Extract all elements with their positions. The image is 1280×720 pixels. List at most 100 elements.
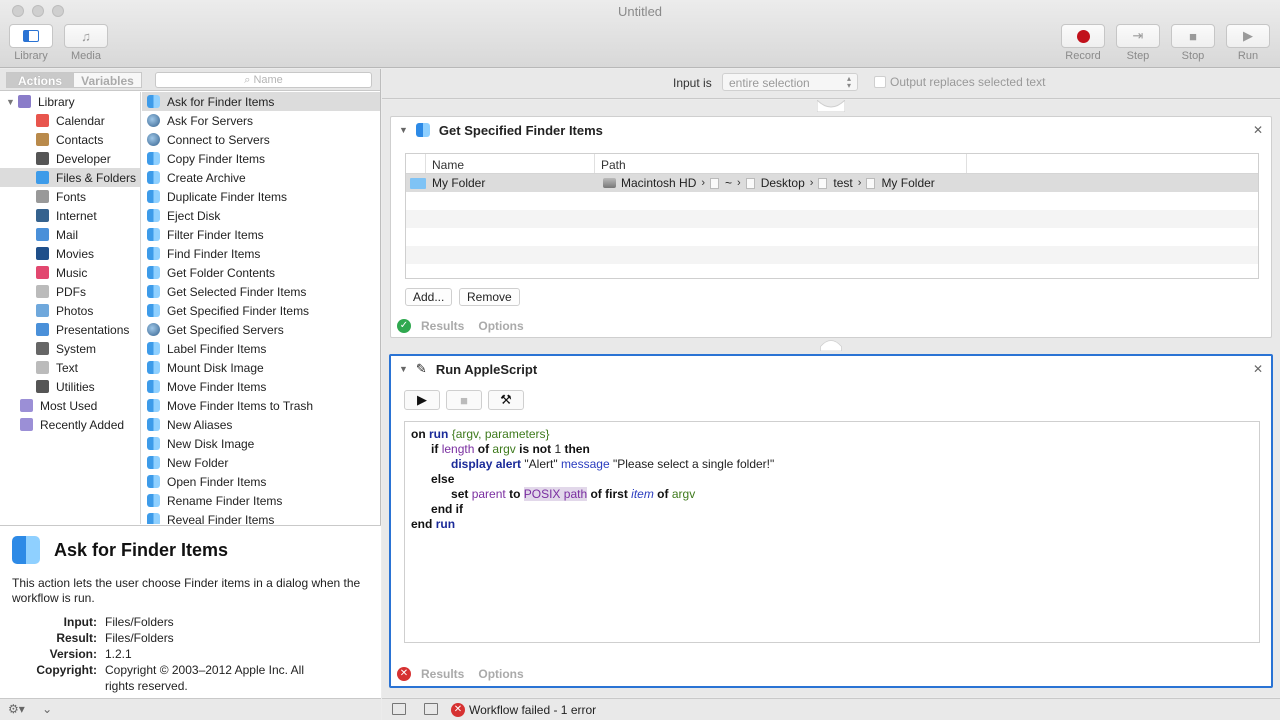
action-item[interactable]: New Disk Image (142, 434, 380, 453)
status-message: Workflow failed - 1 error (469, 703, 597, 717)
log-view-icon[interactable] (424, 703, 438, 715)
results-toggle[interactable]: Results (421, 667, 464, 681)
finder-icon (147, 380, 160, 393)
sidebar-item-files-folders[interactable]: Files & Folders (0, 168, 140, 187)
close-icon[interactable]: ✕ (1253, 362, 1263, 376)
stop-icon: ■ (1171, 24, 1215, 48)
sidebar-item-internet[interactable]: Internet (0, 206, 140, 225)
column-name[interactable]: Name (426, 154, 595, 173)
sidebar-item-fonts[interactable]: Fonts (0, 187, 140, 206)
sidebar-item-mail[interactable]: Mail (0, 225, 140, 244)
action-item[interactable]: Copy Finder Items (142, 149, 380, 168)
action-item[interactable]: Connect to Servers (142, 130, 380, 149)
sidebar-item-presentations[interactable]: Presentations (0, 320, 140, 339)
stop-script-icon[interactable]: ■ (446, 390, 482, 410)
action-item[interactable]: New Folder (142, 453, 380, 472)
media-button[interactable]: ♫ Media (63, 24, 109, 62)
tab-actions[interactable]: Actions (6, 72, 74, 88)
applescript-editor[interactable]: on run {argv, parameters} if length of a… (404, 421, 1260, 643)
table-row-empty (406, 210, 1258, 228)
library-label: Library (14, 50, 48, 62)
action-item[interactable]: Ask for Finder Items (142, 92, 380, 111)
options-toggle[interactable]: Options (478, 667, 523, 681)
sidebar-item-photos[interactable]: Photos (0, 301, 140, 320)
add-button[interactable]: Add... (405, 288, 453, 306)
action-item[interactable]: Move Finder Items (142, 377, 380, 396)
results-toggle[interactable]: Results (421, 319, 464, 333)
folder-icon (866, 177, 876, 189)
sidebar-item-label: PDFs (56, 284, 86, 299)
sidebar-item-label: Fonts (56, 189, 87, 204)
action-item[interactable]: Create Archive (142, 168, 380, 187)
action-item-label: New Folder (167, 455, 229, 470)
path-segment: Macintosh HD (603, 176, 696, 190)
action-item[interactable]: Reveal Finder Items (142, 510, 380, 524)
action-item[interactable]: Ask For Servers (142, 111, 380, 130)
library-root[interactable]: ▼ Library (0, 92, 140, 111)
system-icon (36, 342, 49, 355)
sidebar-item-movies[interactable]: Movies (0, 244, 140, 263)
sidebar-item-label: Utilities (56, 379, 95, 394)
finder-icon (415, 123, 430, 137)
run-button[interactable]: ▶ Run (1225, 24, 1271, 62)
action-item[interactable]: Move Finder Items to Trash (142, 396, 380, 415)
sidebar-item-most-used[interactable]: Most Used (0, 396, 140, 415)
collapse-icon[interactable]: ▼ (399, 364, 408, 374)
list-view-icon[interactable] (392, 703, 406, 715)
action-item[interactable]: New Aliases (142, 415, 380, 434)
library-icon (18, 95, 31, 108)
action-item[interactable]: Open Finder Items (142, 472, 380, 491)
disclosure-down-icon[interactable]: ▼ (6, 97, 16, 107)
action-item[interactable]: Duplicate Finder Items (142, 187, 380, 206)
toggle-description-icon[interactable]: ⌄ (42, 702, 52, 716)
action-item-label: Get Selected Finder Items (167, 284, 307, 299)
sidebar-item-text[interactable]: Text (0, 358, 140, 377)
sidebar-item-calendar[interactable]: Calendar (0, 111, 140, 130)
sidebar-item-recently-added[interactable]: Recently Added (0, 415, 140, 434)
tab-variables[interactable]: Variables (74, 72, 142, 88)
gear-menu-icon[interactable]: ⚙▾ (8, 702, 25, 716)
sidebar-item-system[interactable]: System (0, 339, 140, 358)
collapse-icon[interactable]: ▼ (399, 125, 408, 135)
sidebar-item-contacts[interactable]: Contacts (0, 130, 140, 149)
column-path[interactable]: Path (595, 154, 967, 173)
close-icon[interactable]: ✕ (1253, 123, 1263, 137)
action-item[interactable]: Get Folder Contents (142, 263, 380, 282)
stop-button[interactable]: ■ Stop (1170, 24, 1216, 62)
action-item-label: Get Folder Contents (167, 265, 276, 280)
window-toolbar: Untitled Library ♫ Media Record ⇥ Step ■… (0, 0, 1280, 68)
sidebar-item-utilities[interactable]: Utilities (0, 377, 140, 396)
action-item[interactable]: Find Finder Items (142, 244, 380, 263)
sidebar-item-music[interactable]: Music (0, 263, 140, 282)
description-copyright: Copyright: Copyright © 2003–2012 Apple In… (36, 663, 304, 693)
chevron-right-icon: › (701, 177, 706, 189)
sidebar-item-label: Developer (56, 151, 111, 166)
sidebar-item-label: Photos (56, 303, 94, 318)
sidebar-item-developer[interactable]: Developer (0, 149, 140, 168)
action-item[interactable]: Get Selected Finder Items (142, 282, 380, 301)
error-x-icon: ✕ (397, 667, 411, 681)
search-input[interactable]: ⌕ Name (155, 72, 372, 88)
connector-top-icon (817, 100, 845, 112)
action-item[interactable]: Get Specified Finder Items (142, 301, 380, 320)
step-button[interactable]: ⇥ Step (1115, 24, 1161, 62)
action-item[interactable]: Filter Finder Items (142, 225, 380, 244)
compile-hammer-icon[interactable]: ⚒ (488, 390, 524, 410)
options-toggle[interactable]: Options (478, 319, 523, 333)
run-script-icon[interactable]: ▶ (404, 390, 440, 410)
output-replaces-checkbox[interactable] (874, 76, 886, 88)
input-select[interactable]: entire selection (722, 73, 858, 91)
action-item[interactable]: Eject Disk (142, 206, 380, 225)
action-item[interactable]: Label Finder Items (142, 339, 380, 358)
library-button[interactable]: Library (8, 24, 54, 62)
action-item[interactable]: Mount Disk Image (142, 358, 380, 377)
sidebar-item-pdfs[interactable]: PDFs (0, 282, 140, 301)
remove-button[interactable]: Remove (459, 288, 520, 306)
hard-disk-icon (603, 178, 616, 188)
record-button[interactable]: Record (1060, 24, 1106, 62)
action-item-label: Reveal Finder Items (167, 512, 275, 525)
table-row[interactable]: My Folder Macintosh HD › ~ › Desktop › test › My… (406, 174, 1258, 192)
folder-icon (818, 177, 828, 189)
action-item[interactable]: Rename Finder Items (142, 491, 380, 510)
action-item[interactable]: Get Specified Servers (142, 320, 380, 339)
